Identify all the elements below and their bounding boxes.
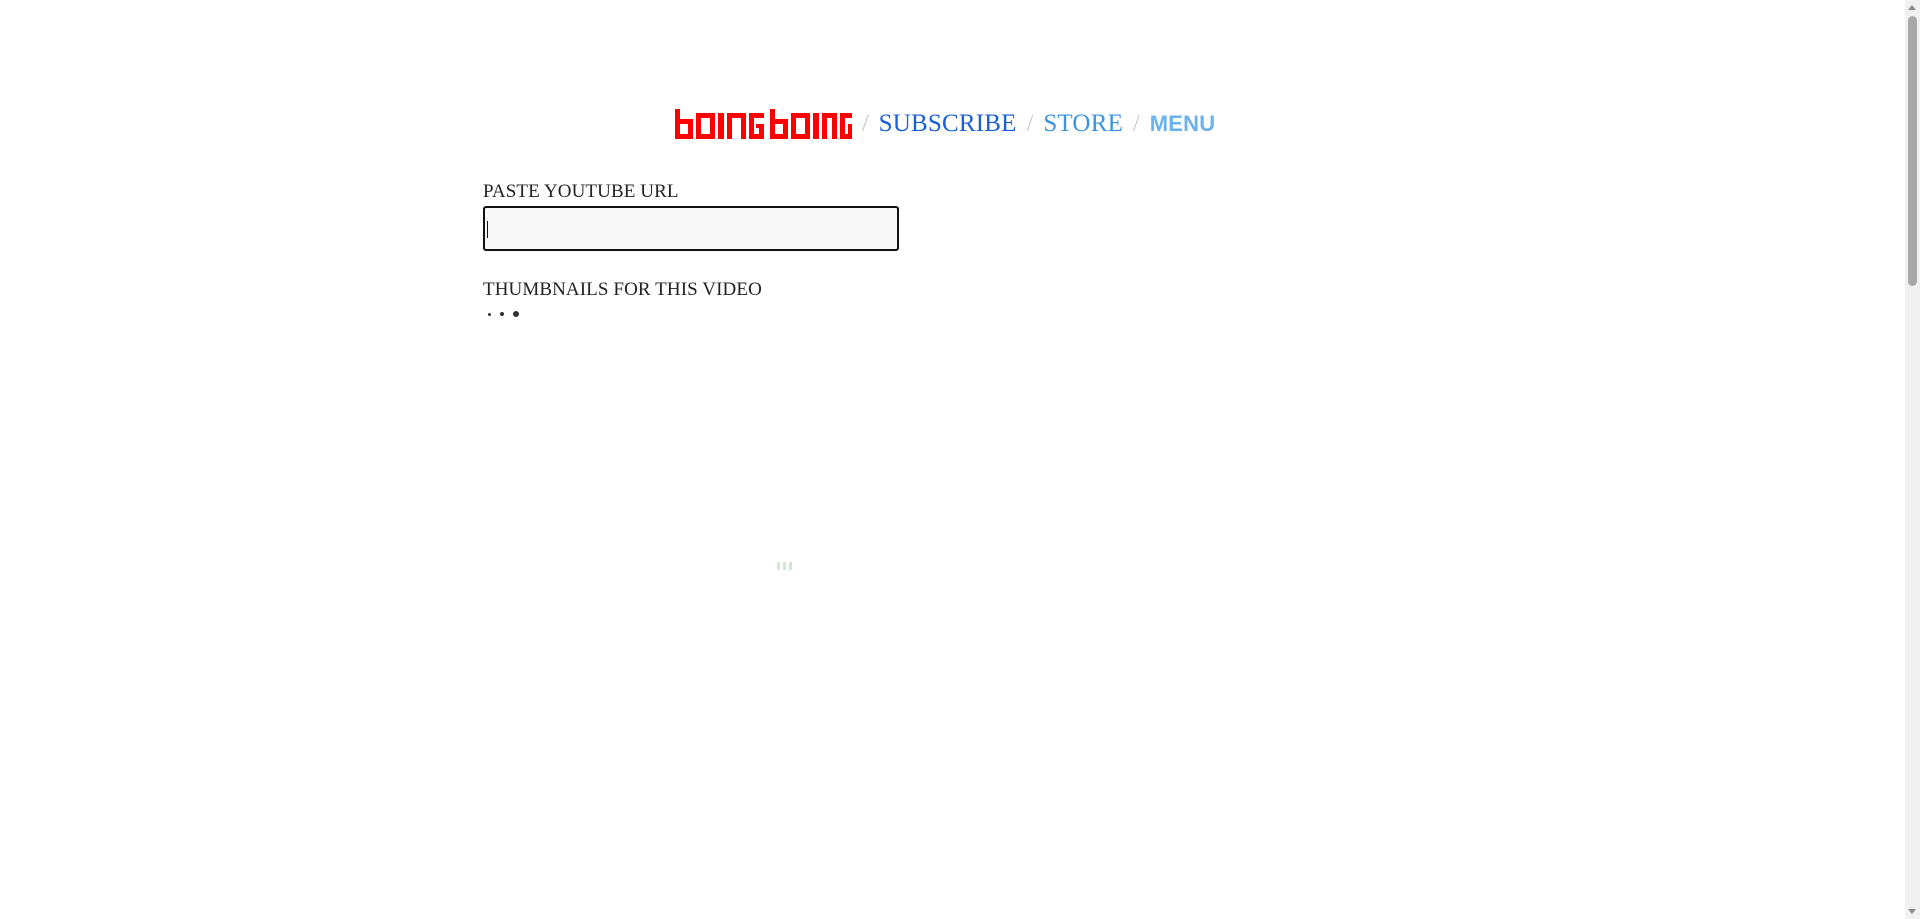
text-caret (487, 221, 488, 238)
site-nav: / SUBSCRIBE / STORE / MENU (675, 108, 1215, 140)
scroll-down-arrow-icon[interactable] (1908, 909, 1916, 914)
youtube-url-label: PASTE YOUTUBE URL (483, 181, 679, 202)
page: / SUBSCRIBE / STORE / MENU PASTE YOUTUBE… (0, 0, 1920, 919)
nav-subscribe-link[interactable]: SUBSCRIBE (879, 110, 1017, 138)
nav-separator: / (1026, 110, 1034, 137)
nav-separator: / (862, 110, 869, 137)
scroll-up-arrow-icon[interactable] (1908, 5, 1916, 10)
loader-bar (783, 562, 786, 570)
loading-bars-icon (777, 562, 792, 570)
thumbnails-heading: THUMBNAILS FOR THIS VIDEO (483, 279, 762, 300)
loading-dots-icon (488, 311, 519, 317)
youtube-url-input[interactable] (483, 206, 899, 251)
scrollbar-thumb[interactable] (1908, 16, 1917, 286)
loader-bar (789, 562, 792, 570)
loading-dot (500, 312, 504, 316)
loading-dot (488, 312, 491, 316)
loader-bar (777, 562, 780, 570)
vertical-scrollbar[interactable] (1905, 0, 1920, 919)
nav-menu-button[interactable]: MENU (1150, 111, 1216, 137)
nav-separator: / (1133, 110, 1140, 137)
boing-boing-logo[interactable] (675, 109, 852, 139)
loading-dot (513, 311, 519, 317)
nav-store-link[interactable]: STORE (1043, 110, 1123, 138)
